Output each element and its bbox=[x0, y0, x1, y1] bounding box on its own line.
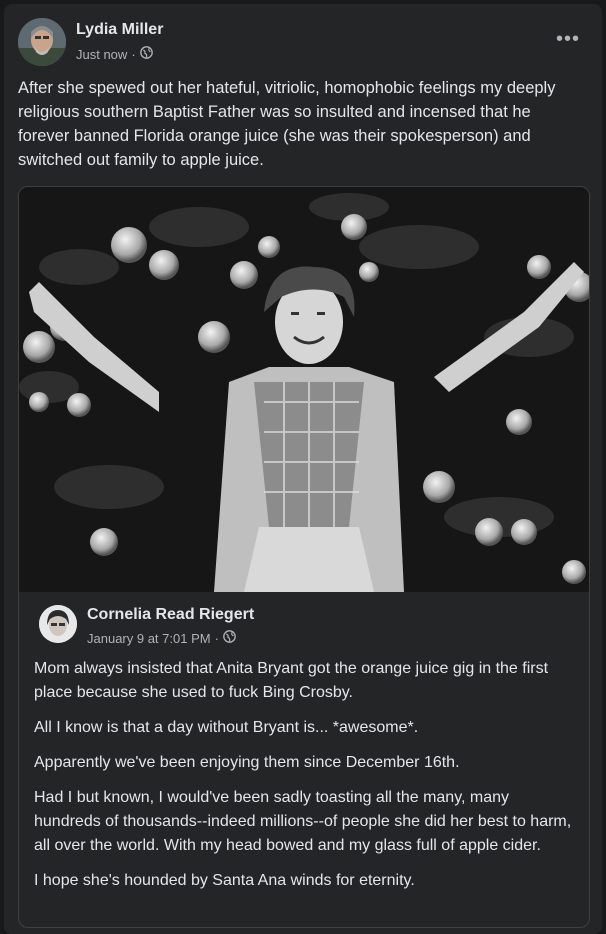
meta-separator: · bbox=[214, 630, 219, 646]
more-options-button[interactable]: ••• bbox=[556, 28, 580, 51]
shared-photo[interactable] bbox=[19, 187, 589, 592]
post-text: After she spewed out her hateful, vitrio… bbox=[18, 79, 556, 169]
globe-icon bbox=[223, 630, 236, 646]
post-header: Lydia Miller Just now · ••• bbox=[18, 18, 588, 66]
shared-post-timestamp[interactable]: January 9 at 7:01 PM bbox=[87, 631, 211, 646]
shared-post-text: Mom always insisted that Anita Bryant go… bbox=[34, 657, 574, 904]
shared-paragraph: Mom always insisted that Anita Bryant go… bbox=[34, 660, 549, 701]
post-timestamp[interactable]: Just now bbox=[76, 47, 127, 62]
shared-author-name[interactable]: Cornelia Read Riegert bbox=[87, 606, 254, 624]
shared-post-meta: January 9 at 7:01 PM · bbox=[87, 630, 236, 646]
shared-post[interactable]: Cornelia Read Riegert January 9 at 7:01 … bbox=[18, 186, 590, 928]
shared-author-avatar[interactable] bbox=[39, 605, 77, 643]
shared-paragraph: Had I but known, I would've been sadly t… bbox=[34, 789, 572, 854]
author-avatar[interactable] bbox=[18, 18, 66, 66]
author-name[interactable]: Lydia Miller bbox=[76, 21, 163, 39]
post-meta: Just now · bbox=[76, 46, 153, 62]
shared-paragraph: All I know is that a day without Bryant … bbox=[34, 719, 419, 736]
post-card: Lydia Miller Just now · ••• After she sp… bbox=[4, 4, 602, 934]
shared-paragraph: Apparently we've been enjoying them sinc… bbox=[34, 754, 460, 771]
globe-icon bbox=[139, 46, 153, 62]
shared-post-header: Cornelia Read Riegert January 9 at 7:01 … bbox=[39, 605, 559, 649]
shared-paragraph: I hope she's hounded by Santa Ana winds … bbox=[34, 872, 415, 889]
meta-separator: · bbox=[131, 46, 136, 62]
